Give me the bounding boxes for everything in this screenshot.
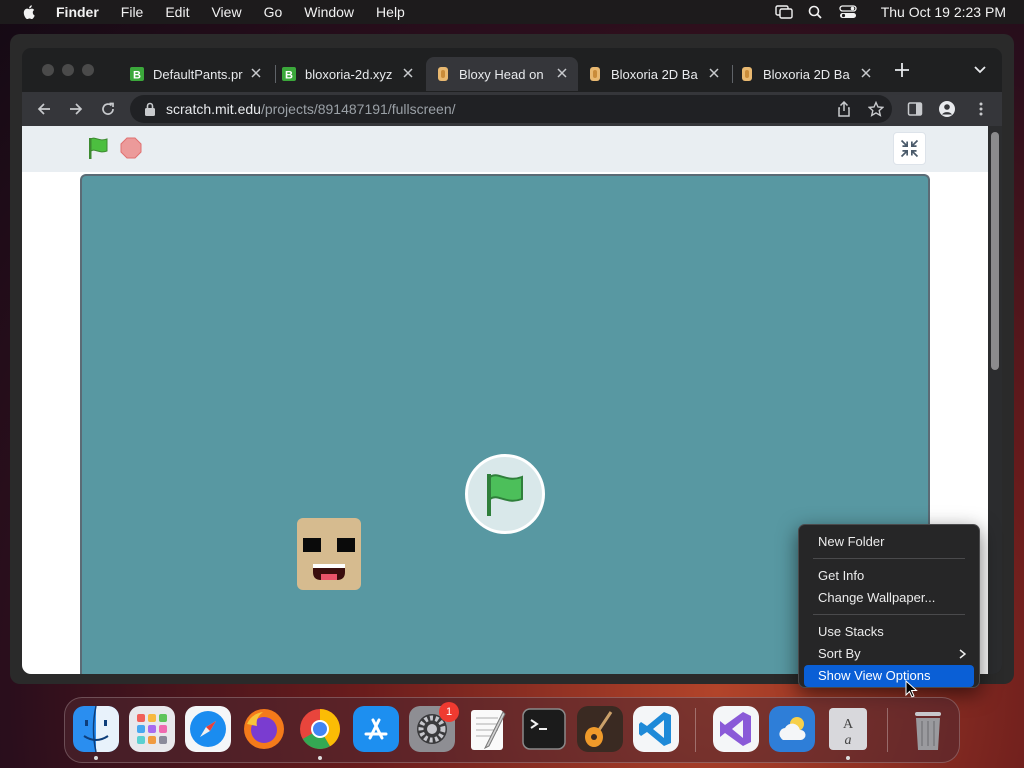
tab-defaultpants[interactable]: B DefaultPants.pr [120,57,272,91]
tab-title: DefaultPants.pr [153,66,243,82]
svg-text:a: a [845,733,852,748]
url-path: /projects/891487191/fullscreen/ [260,101,456,117]
start-flag-overlay-button[interactable] [465,454,545,534]
menu-item-sort-by[interactable]: Sort By [804,643,974,665]
bloxoria-b-icon: B [282,67,296,81]
lock-icon[interactable] [144,102,156,116]
browser-toolbar: scratch.mit.edu/projects/891487191/fulls… [22,92,1002,126]
app-store-icon[interactable] [353,706,399,752]
bloxoria-b-icon: B [130,67,144,81]
tab-bloxy-head[interactable]: Bloxy Head on [426,57,578,91]
terminal-icon[interactable] [521,706,567,752]
spotlight-search-icon[interactable] [807,5,825,19]
tab-bloxoria-2d-base-1[interactable]: Bloxoria 2D Ba [578,57,730,91]
page-scrollbar[interactable] [988,126,1002,674]
close-tab-icon[interactable] [402,67,414,79]
green-flag-icon[interactable] [86,136,110,160]
garageband-guitar-icon[interactable] [577,706,623,752]
tab-bloxoria-2d-base-2[interactable]: Bloxoria 2D Ba [730,57,882,91]
apple-menu-icon[interactable] [18,5,40,19]
bloxy-head-icon [742,67,752,81]
reload-icon[interactable] [100,101,116,117]
close-tab-icon[interactable] [708,67,720,79]
menu-window[interactable]: Window [304,4,354,20]
bloxy-head-icon [590,67,600,81]
menu-go[interactable]: Go [264,4,283,20]
menu-item-label: Sort By [818,646,861,661]
window-zoom-button[interactable] [82,64,94,76]
safari-compass-icon[interactable] [185,706,231,752]
menu-item-change-wallpaper[interactable]: Change Wallpaper... [804,587,974,609]
menu-separator [813,558,965,559]
url-host: scratch.mit.edu [166,101,261,117]
profile-avatar-icon[interactable] [939,101,955,117]
dock-separator [887,708,888,752]
svg-text:A: A [843,717,854,732]
menu-help[interactable]: Help [376,4,405,20]
launchpad-icon[interactable] [129,706,175,752]
address-bar[interactable]: scratch.mit.edu/projects/891487191/fulls… [130,95,892,123]
tab-title: bloxoria-2d.xyz [305,66,393,82]
settings-notification-badge: 1 [439,702,459,722]
control-center-icon[interactable] [839,5,857,19]
google-chrome-icon[interactable] [297,706,343,752]
dock-separator [695,708,696,752]
bookmark-star-icon[interactable] [868,101,884,117]
green-flag-icon [487,474,523,516]
running-indicator [846,756,850,760]
submenu-chevron-icon [959,649,966,659]
menu-view[interactable]: View [211,4,241,20]
running-indicator [318,756,322,760]
window-close-button[interactable] [42,64,54,76]
menu-item-show-view-options[interactable]: Show View Options [804,665,974,687]
back-arrow-icon[interactable] [36,101,52,117]
scrollbar-thumb[interactable] [991,132,999,370]
bloxy-head-sprite[interactable] [297,518,361,590]
mouse-pointer-icon [905,680,918,698]
menu-edit[interactable]: Edit [165,4,189,20]
textedit-icon[interactable] [465,706,511,752]
visual-studio-icon[interactable] [713,706,759,752]
tab-title: Bloxy Head on [459,66,544,82]
svg-text:B: B [285,70,293,82]
window-minimize-button[interactable] [62,64,74,76]
firefox-icon[interactable] [241,706,287,752]
tab-title: Bloxoria 2D Ba [763,66,850,82]
menubar-clock[interactable]: Thu Oct 19 2:23 PM [881,4,1006,20]
share-icon[interactable] [836,101,852,117]
font-book-icon[interactable]: A a [825,706,871,752]
menu-item-use-stacks[interactable]: Use Stacks [804,621,974,643]
desktop-context-menu: New Folder Get Info Change Wallpaper... … [798,524,980,688]
new-tab-plus-icon[interactable] [894,62,910,78]
screen-mirroring-icon[interactable] [775,5,793,19]
running-indicator [94,756,98,760]
dock: A a [64,697,960,763]
trash-icon[interactable] [905,706,951,752]
close-tab-icon[interactable] [556,67,568,79]
exit-fullscreen-button[interactable] [893,132,926,165]
menu-item-new-folder[interactable]: New Folder [804,531,974,553]
tab-title: Bloxoria 2D Ba [611,66,698,82]
menu-app-name[interactable]: Finder [56,4,99,20]
scratch-controls-bar [22,126,988,172]
menu-file[interactable]: File [121,4,144,20]
tab-strip: B DefaultPants.pr B bloxoria-2d.xyz Blox… [22,48,1002,92]
weather-icon[interactable] [769,706,815,752]
svg-text:B: B [133,70,141,82]
tab-search-chevron-icon[interactable] [974,66,986,74]
shrink-arrows-icon [900,139,919,158]
menu-separator [813,614,965,615]
stop-sign-icon[interactable] [120,137,142,159]
close-tab-icon[interactable] [860,67,872,79]
side-panel-icon[interactable] [907,101,923,117]
menu-item-get-info[interactable]: Get Info [804,565,974,587]
menu-bar: Finder File Edit View Go Window Help Thu… [0,0,1024,24]
close-tab-icon[interactable] [250,67,262,79]
more-menu-icon[interactable] [973,101,989,117]
bloxy-head-icon [438,67,448,81]
vscode-icon[interactable] [633,706,679,752]
forward-arrow-icon[interactable] [68,101,84,117]
tab-bloxoria-2d-xyz[interactable]: B bloxoria-2d.xyz [272,57,424,91]
finder-icon[interactable] [73,706,119,752]
